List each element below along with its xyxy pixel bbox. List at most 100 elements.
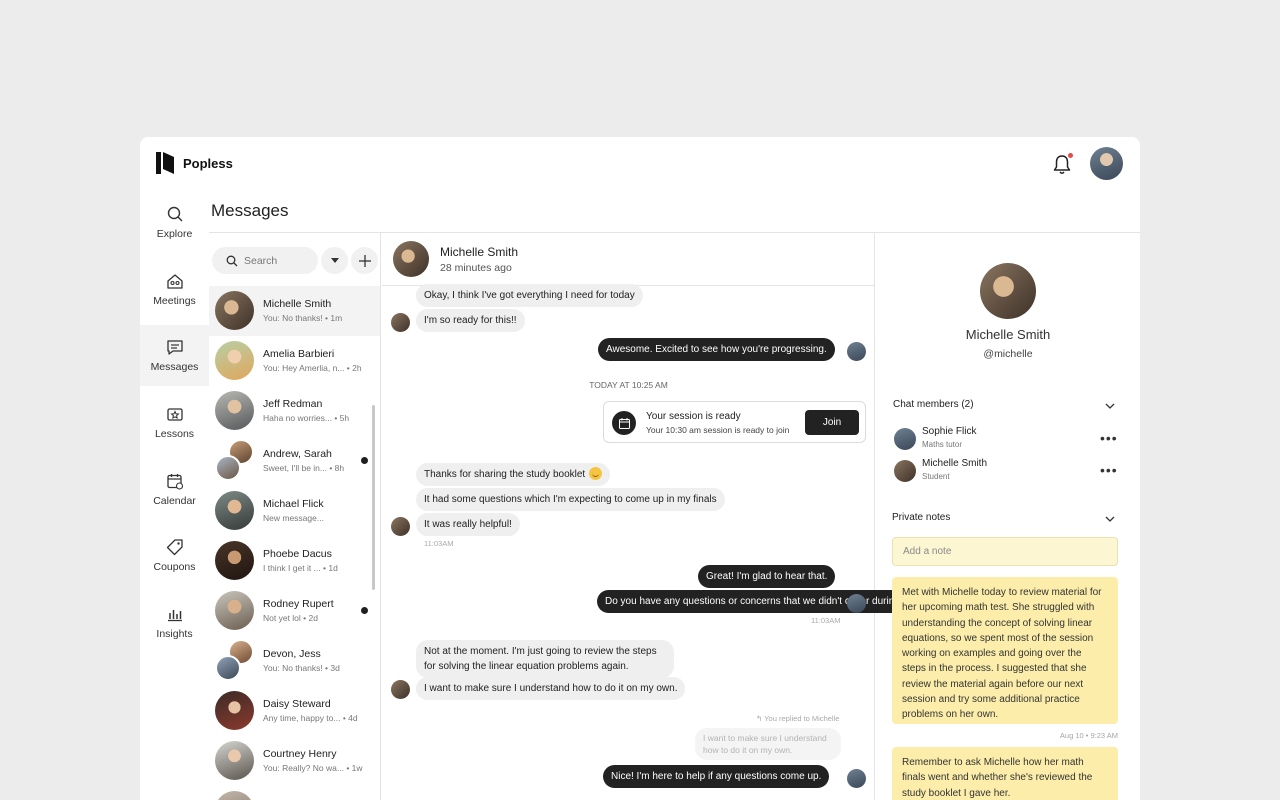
logo[interactable]: Popless [156,152,233,174]
conversation-preview: I think I get it ... • 1d [263,563,338,573]
contact-name: Michelle Smith [965,327,1051,342]
user-avatar[interactable] [1090,147,1123,180]
avatar [894,428,916,450]
conversation-item[interactable]: Rodney Rupert Not yet lol • 2d [209,586,380,636]
conversation-item[interactable]: Jeff Redman Haha no worries... • 5h [209,386,380,436]
nav-label: Calendar [153,494,196,507]
conversation-name: Michelle Smith [263,298,332,310]
conversation-item[interactable]: Courtney Henry You: Really? No wa... • 1… [209,736,380,786]
conversation-name: Courtney Henry [263,748,337,760]
session-card: Your session is ready Your 10:30 am sess… [603,401,866,443]
calendar-icon [612,411,636,435]
nav-explore[interactable]: Explore [140,192,209,253]
message-bubble: It was really helpful! [416,513,520,536]
chat-thread: Michelle Smith 28 minutes ago Okay, I th… [382,233,970,800]
message-text: Thanks for sharing the study booklet [424,469,586,480]
message-bubble: I want to make sure I understand how to … [416,677,686,700]
avatar [215,541,254,580]
reply-label: You replied to Michelle [764,714,840,723]
avatar [215,691,254,730]
nav-insights[interactable]: Insights [140,592,209,653]
side-nav: Explore Meetings Messages Lessons Calend… [140,192,209,659]
scrollbar[interactable] [372,405,375,590]
avatar [215,341,254,380]
avatar [894,460,916,482]
conversation-preview: Any time, happy to... • 4d [263,713,358,723]
avatar [391,680,410,699]
avatar [215,391,254,430]
message-bubble: Not at the moment. I'm just going to rev… [416,640,674,678]
message-bubble: Nice! I'm here to help if any questions … [603,765,830,788]
conversation-preview: Haha no worries... • 5h [263,413,350,423]
brand-name: Popless [183,155,233,171]
add-note-input[interactable]: Add a note [892,537,1118,566]
private-notes-heading[interactable]: Private notes [892,512,950,523]
conversation-name: Andrew, Sarah [263,448,332,460]
unread-indicator [361,457,368,464]
nav-lessons[interactable]: Lessons [140,392,209,453]
member-row: Michelle Smith Student ••• [894,458,1124,486]
nav-coupons[interactable]: Coupons [140,525,209,586]
conversation-preview: You: Hey Amerlia, n... • 2h [263,363,362,373]
conversation-item[interactable]: Andrew, Sarah Sweet, I'll be in... • 8h [209,436,380,486]
note-card[interactable]: Remember to ask Michelle how her math fi… [892,747,1118,800]
member-name: Michelle Smith [922,458,988,469]
conversation-item[interactable]: Amelia Barbieri You: Hey Amerlia, n... •… [209,336,380,386]
conversation-item[interactable]: Michael Flick New message... [209,486,380,536]
message-timestamp: 11:03AM [811,616,841,625]
conversation-item[interactable]: Daisy Steward Any time, happy to... • 4d [209,686,380,736]
search-icon [226,255,238,266]
conversation-item[interactable]: Phoebe Dacus I think I get it ... • 1d [209,536,380,586]
nav-calendar[interactable]: Calendar [140,459,209,520]
avatar [847,769,866,788]
notification-dot [1068,153,1073,158]
coupon-icon [166,539,183,556]
avatar [391,517,410,536]
join-button[interactable]: Join [805,410,859,435]
conversation-item[interactable]: Devon, Jess You: No thanks! • 3d [209,636,380,686]
message-bubble: Great! I'm glad to hear that. [698,565,836,588]
conversation-item[interactable] [209,786,380,800]
conversation-preview: New message... [263,513,324,523]
avatar [215,655,241,681]
caret-down-icon [330,258,339,263]
avatar [215,491,254,530]
nav-label: Lessons [154,428,195,441]
member-role: Student [922,472,950,481]
page-title: Messages [211,201,289,220]
avatar [215,455,241,481]
nav-messages[interactable]: Messages [140,325,209,387]
chevron-down-icon[interactable] [1105,514,1115,524]
member-row: Sophie Flick Maths tutor ••• [894,426,1124,454]
contact-handle: @michelle [983,348,1033,360]
more-options-icon[interactable]: ••• [1100,462,1118,478]
conversation-preview: You: Really? No wa... • 1w [263,763,363,773]
meetings-icon [166,274,183,289]
nav-meetings[interactable]: Meetings [140,259,209,320]
new-message-button[interactable] [351,247,378,274]
popless-logo-icon [156,152,174,174]
note-card[interactable]: Met with Michelle today to review materi… [892,577,1118,724]
avatar [215,791,254,800]
quoted-message: I want to make sure I understand how to … [695,728,841,760]
contact-details-panel: Michelle Smith @michelle Chat members (2… [876,233,1140,800]
avatar[interactable] [980,263,1036,319]
nav-label: Explore [156,228,193,240]
chat-members-heading[interactable]: Chat members (2) [893,399,974,410]
app-window: Popless Explore Meetings Messages Lesson… [140,137,1140,800]
lessons-icon [166,408,183,421]
nav-label: Coupons [153,561,196,574]
more-options-icon[interactable]: ••• [1100,430,1118,446]
filter-dropdown-button[interactable] [321,247,348,274]
avatar[interactable] [393,241,429,277]
conversation-item[interactable]: Michelle Smith You: No thanks! • 1m [209,286,380,336]
conversation-preview: Sweet, I'll be in... • 8h [263,463,345,473]
session-title: Your session is ready [646,411,741,422]
message-timestamp: 11:03AM [424,539,454,548]
nav-label: Messages [150,361,199,374]
chevron-down-icon[interactable] [1105,401,1115,411]
search-input[interactable]: Search [212,247,318,274]
message-bubble: It had some questions which I'm expectin… [416,488,725,511]
reply-indicator: ↰ You replied to Michelle [756,714,840,723]
message-bubble: Thanks for sharing the study booklet [416,463,611,486]
